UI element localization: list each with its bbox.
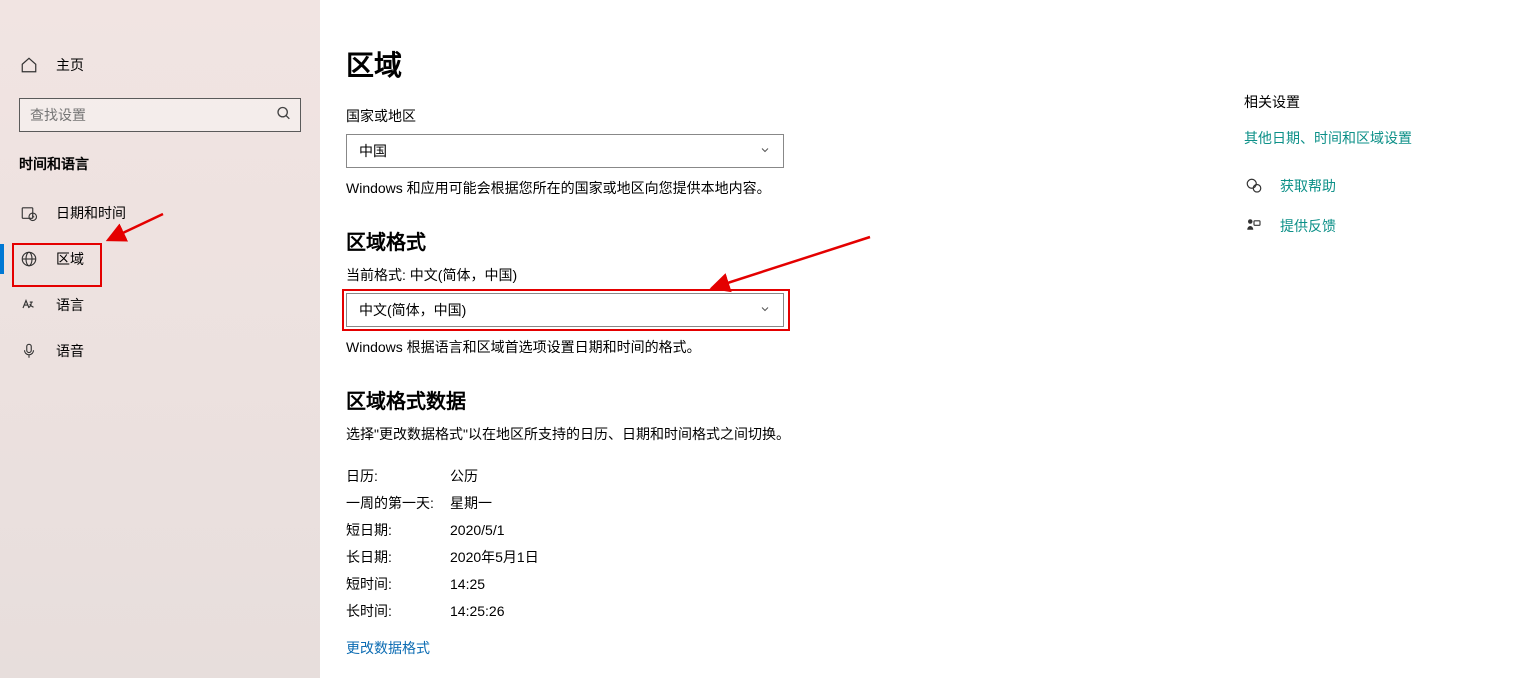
search-input[interactable] (30, 107, 266, 123)
chevron-down-icon (759, 303, 771, 318)
data-row: 长日期:2020年5月1日 (346, 543, 1524, 570)
nav-label: 区域 (56, 249, 84, 269)
help-icon (1244, 177, 1264, 195)
data-row: 日历:公历 (346, 462, 1524, 489)
nav-label: 日期和时间 (56, 203, 126, 223)
rail-feedback-label: 提供反馈 (1280, 216, 1336, 236)
search-box[interactable] (19, 98, 301, 132)
page-title: 区域 (346, 44, 1524, 84)
rail-get-help[interactable]: 获取帮助 (1244, 176, 1464, 196)
nav-region[interactable]: 区域 (0, 236, 320, 282)
feedback-icon (1244, 217, 1264, 235)
search-icon (276, 106, 292, 125)
rail-other-date-time-link[interactable]: 其他日期、时间和区域设置 (1244, 128, 1464, 148)
section-header: 时间和语言 (0, 132, 320, 182)
nav-label: 语音 (56, 341, 84, 361)
sidebar: 主页 时间和语言 日期和时间 区域 语言 (0, 0, 320, 678)
globe-icon (18, 250, 40, 268)
related-settings-rail: 相关设置 其他日期、时间和区域设置 获取帮助 提供反馈 (1244, 92, 1464, 256)
home-icon (18, 56, 40, 74)
nav-language[interactable]: 语言 (0, 282, 320, 328)
calendar-clock-icon (18, 204, 40, 222)
chevron-down-icon (759, 144, 771, 159)
content: 区域 国家或地区 中国 Windows 和应用可能会根据您所在的国家或地区向您提… (320, 0, 1524, 678)
data-row: 短时间:14:25 (346, 570, 1524, 597)
home-nav[interactable]: 主页 (0, 42, 320, 88)
language-icon (18, 296, 40, 314)
data-heading: 区域格式数据 (346, 385, 1524, 414)
change-data-format-link[interactable]: 更改数据格式 (346, 638, 430, 658)
microphone-icon (18, 342, 40, 360)
nav-label: 语言 (56, 295, 84, 315)
rail-feedback[interactable]: 提供反馈 (1244, 216, 1464, 236)
data-row: 一周的第一天:星期一 (346, 489, 1524, 516)
nav-speech[interactable]: 语音 (0, 328, 320, 374)
format-data-table: 日历:公历 一周的第一天:星期一 短日期:2020/5/1 长日期:2020年5… (346, 462, 1524, 624)
format-select[interactable]: 中文(简体，中国) (346, 293, 784, 327)
nav-list: 日期和时间 区域 语言 语音 (0, 182, 320, 374)
rail-help-label: 获取帮助 (1280, 176, 1336, 196)
data-desc: 选择"更改数据格式"以在地区所支持的日历、日期和时间格式之间切换。 (346, 424, 1524, 444)
data-row: 长时间:14:25:26 (346, 597, 1524, 624)
data-row: 短日期:2020/5/1 (346, 516, 1524, 543)
format-value: 中文(简体，中国) (359, 300, 466, 320)
rail-heading: 相关设置 (1244, 92, 1464, 112)
nav-date-time[interactable]: 日期和时间 (0, 190, 320, 236)
country-value: 中国 (359, 141, 387, 161)
country-select[interactable]: 中国 (346, 134, 784, 168)
current-format-label: 当前格式: 中文(简体，中国) (346, 265, 1524, 285)
format-desc: Windows 根据语言和区域首选项设置日期和时间的格式。 (346, 337, 1524, 357)
home-label: 主页 (56, 55, 84, 75)
